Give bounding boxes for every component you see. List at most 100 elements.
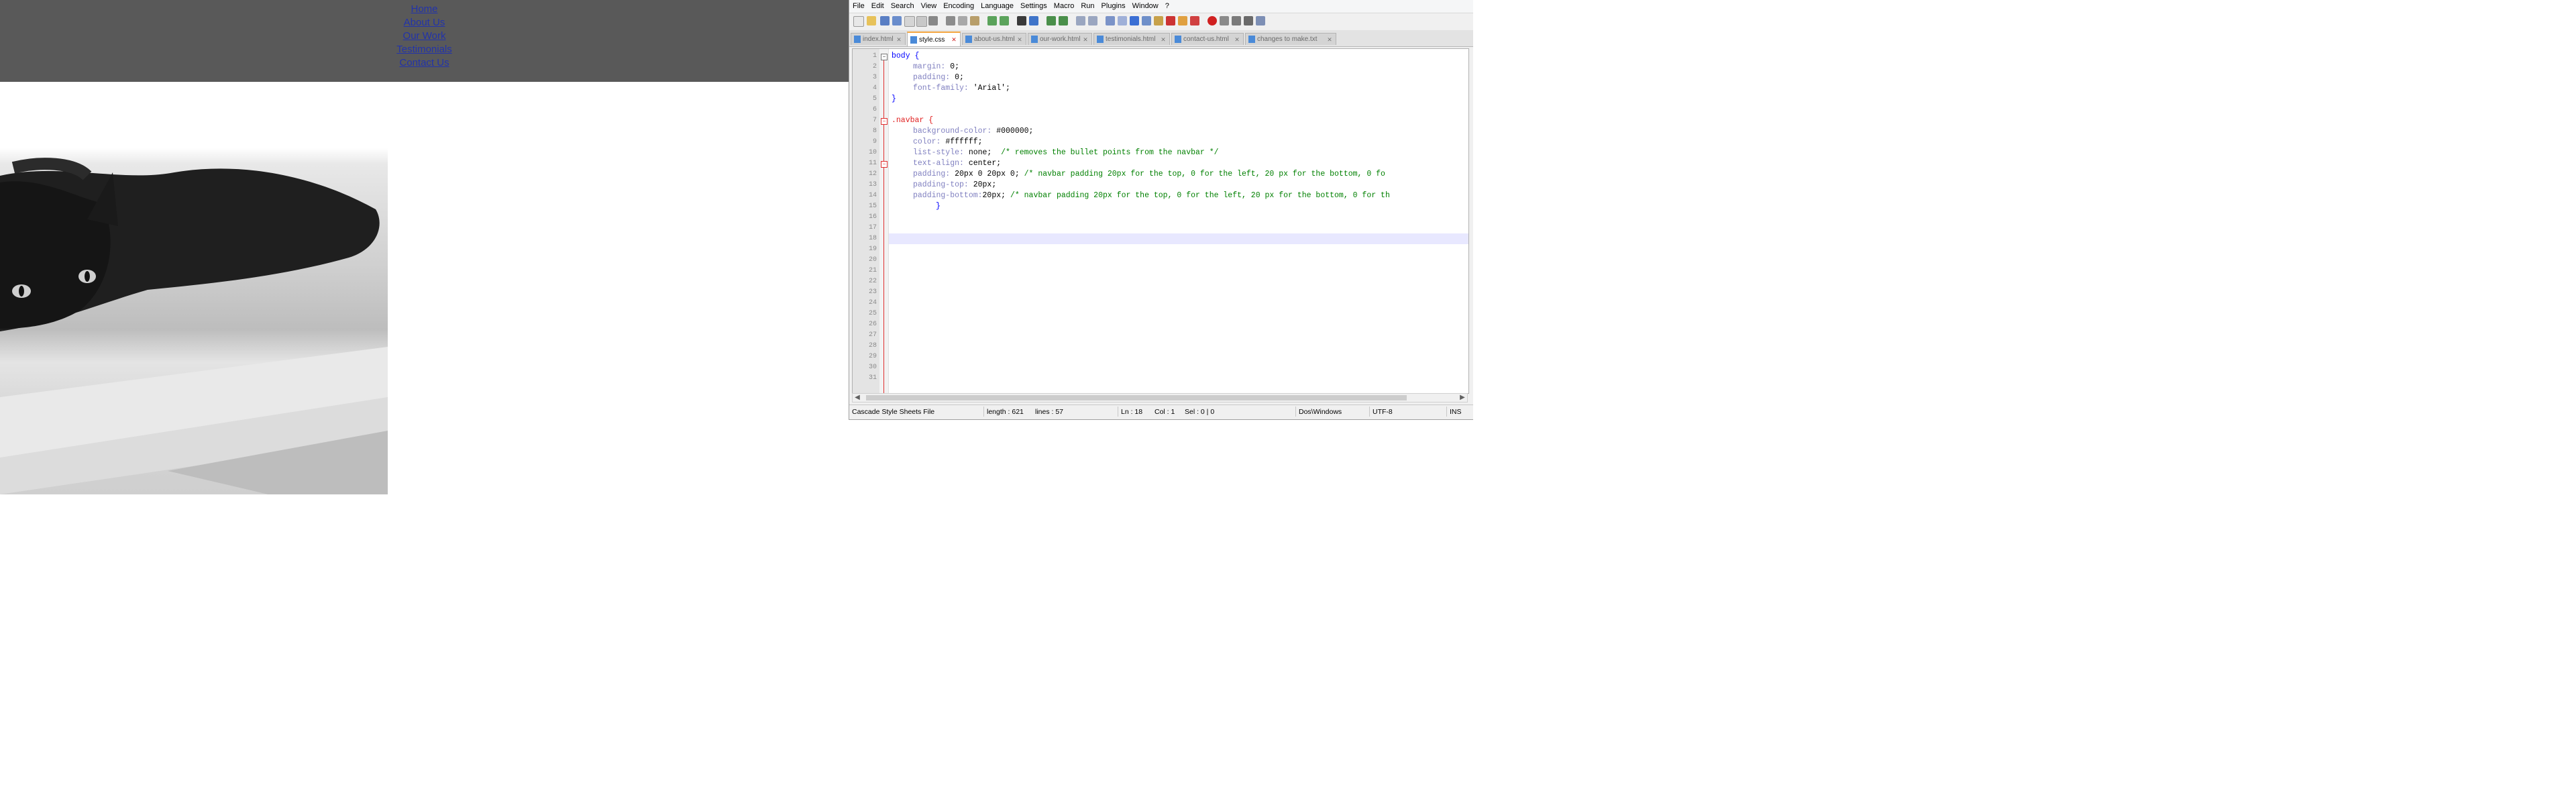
tab-index-html[interactable]: index.html ✕ — [851, 33, 906, 45]
save-all-icon[interactable] — [892, 16, 902, 25]
nav-item-testimonials[interactable]: Testimonials — [0, 43, 849, 56]
menu-encoding[interactable]: Encoding — [940, 2, 977, 10]
code-line: 23 — [868, 288, 877, 296]
monitoring-icon[interactable] — [1190, 16, 1199, 25]
document-icon — [1097, 36, 1104, 43]
scroll-left-icon[interactable]: ◀ — [853, 394, 862, 402]
close-tab-icon[interactable]: ✕ — [1082, 36, 1089, 43]
tab-label: about-us.html — [974, 36, 1015, 43]
tab-style-css[interactable]: style.css ✕ — [907, 32, 961, 46]
tab-about-us-html[interactable]: about-us.html ✕ — [962, 33, 1026, 45]
sync-vertical-icon[interactable] — [1076, 16, 1085, 25]
tab-label: contact-us.html — [1183, 36, 1229, 43]
status-eol-format: Dos\Windows — [1299, 408, 1342, 416]
tab-label: our-work.html — [1040, 36, 1081, 43]
find-icon[interactable] — [1017, 16, 1026, 25]
show-all-chars-icon[interactable] — [1118, 16, 1127, 25]
function-list-icon[interactable] — [1166, 16, 1175, 25]
status-lines: lines : 57 — [1035, 408, 1064, 416]
word-wrap-icon[interactable] — [1106, 16, 1115, 25]
current-code-line[interactable]: 18 — [853, 233, 1468, 244]
menu-settings[interactable]: Settings — [1017, 2, 1051, 10]
code-line: 5} — [872, 95, 896, 103]
sync-horizontal-icon[interactable] — [1088, 16, 1097, 25]
close-tab-icon[interactable]: ✕ — [951, 36, 957, 43]
code-line: 27 — [868, 331, 877, 339]
code-line: 13 padding-top: 20px; — [868, 180, 997, 189]
menu-plugins[interactable]: Plugins — [1098, 2, 1129, 10]
notepad-plus-plus-window: File Edit Search View Encoding Language … — [849, 0, 1473, 420]
open-file-icon[interactable] — [867, 16, 876, 25]
nav-item-home[interactable]: Home — [0, 3, 849, 16]
nav-link-contact-us[interactable]: Contact Us — [399, 57, 449, 68]
menu-run[interactable]: Run — [1077, 2, 1097, 10]
close-all-icon[interactable] — [916, 16, 927, 27]
user-language-icon[interactable] — [1142, 16, 1151, 25]
menu-search[interactable]: Search — [888, 2, 918, 10]
close-tab-icon[interactable]: ✕ — [896, 36, 902, 43]
status-bar: Cascade Style Sheets File length : 621 l… — [849, 405, 1473, 419]
close-tab-icon[interactable]: ✕ — [1016, 36, 1023, 43]
menu-bar: File Edit Search View Encoding Language … — [849, 0, 1473, 12]
horizontal-scrollbar[interactable]: ◀ ▶ — [852, 393, 1468, 402]
menu-language[interactable]: Language — [977, 2, 1017, 10]
paste-icon[interactable] — [970, 16, 979, 25]
stop-macro-icon[interactable] — [1220, 16, 1229, 25]
code-line: 9 color: #ffffff; — [872, 138, 983, 146]
play-macro-icon[interactable] — [1232, 16, 1241, 25]
tab-label: changes to make.txt — [1257, 36, 1318, 43]
code-line: 29 — [868, 353, 877, 360]
code-line: 7 .navbar { — [872, 116, 934, 125]
nav-link-testimonials[interactable]: Testimonials — [396, 44, 452, 55]
indent-guide-icon[interactable] — [1130, 16, 1139, 25]
scroll-right-icon[interactable]: ▶ — [1458, 394, 1467, 402]
scrollbar-thumb[interactable] — [866, 395, 1407, 400]
menu-file[interactable]: File — [849, 2, 868, 10]
code-line: 24 — [868, 299, 877, 307]
close-tab-icon[interactable]: ✕ — [1326, 36, 1333, 43]
tab-bar: index.html ✕ style.css ✕ about-us.html ✕… — [849, 30, 1473, 47]
save-macro-icon[interactable] — [1256, 16, 1265, 25]
redo-icon[interactable] — [1000, 16, 1009, 25]
tab-contact-us-html[interactable]: contact-us.html ✕ — [1171, 33, 1244, 45]
copy-icon[interactable] — [958, 16, 967, 25]
code-line: 28 — [868, 342, 877, 350]
menu-view[interactable]: View — [918, 2, 941, 10]
doc-map-icon[interactable] — [1154, 16, 1163, 25]
close-tab-icon[interactable]: ✕ — [1160, 36, 1167, 43]
replace-icon[interactable] — [1029, 16, 1038, 25]
tab-changes-to-make-txt[interactable]: changes to make.txt ✕ — [1245, 33, 1336, 45]
save-icon[interactable] — [880, 16, 890, 25]
code-line: 20 — [868, 256, 877, 264]
zoom-out-icon[interactable] — [1059, 16, 1068, 25]
code-line: 12 padding: 20px 0 20px 0; /* navbar padd… — [868, 170, 1385, 178]
menu-edit[interactable]: Edit — [868, 2, 888, 10]
code-line: 19 — [868, 246, 877, 253]
close-tab-icon[interactable]: ✕ — [1234, 36, 1240, 43]
tab-testimonials-html[interactable]: testimonials.html ✕ — [1093, 33, 1170, 45]
nav-item-about-us[interactable]: About Us — [0, 16, 849, 30]
run-macro-multiple-icon[interactable] — [1244, 16, 1253, 25]
code-editor[interactable]: − − − 1 body { 2 margin: 0; 3 padding: 0; 4… — [852, 48, 1469, 394]
menu-window[interactable]: Window — [1129, 2, 1162, 10]
nav-link-about-us[interactable]: About Us — [404, 17, 445, 28]
folder-workspace-icon[interactable] — [1178, 16, 1187, 25]
record-macro-icon[interactable] — [1208, 16, 1217, 25]
cut-icon[interactable] — [946, 16, 955, 25]
menu-macro[interactable]: Macro — [1051, 2, 1078, 10]
menu-help[interactable]: ? — [1162, 2, 1173, 10]
close-icon[interactable] — [904, 16, 915, 27]
nav-item-contact-us[interactable]: Contact Us — [0, 56, 849, 70]
tab-our-work-html[interactable]: our-work.html ✕ — [1028, 33, 1092, 45]
document-icon — [965, 36, 972, 43]
print-icon[interactable] — [928, 16, 938, 25]
status-column: Col : 1 — [1155, 408, 1175, 416]
code-line: 26 — [868, 321, 877, 328]
new-file-icon[interactable] — [853, 16, 864, 27]
nav-item-our-work[interactable]: Our Work — [0, 30, 849, 43]
undo-icon[interactable] — [987, 16, 997, 25]
nav-link-our-work[interactable]: Our Work — [403, 30, 446, 42]
nav-link-home[interactable]: Home — [411, 3, 437, 15]
zoom-in-icon[interactable] — [1046, 16, 1056, 25]
code-line: 25 — [868, 310, 877, 317]
